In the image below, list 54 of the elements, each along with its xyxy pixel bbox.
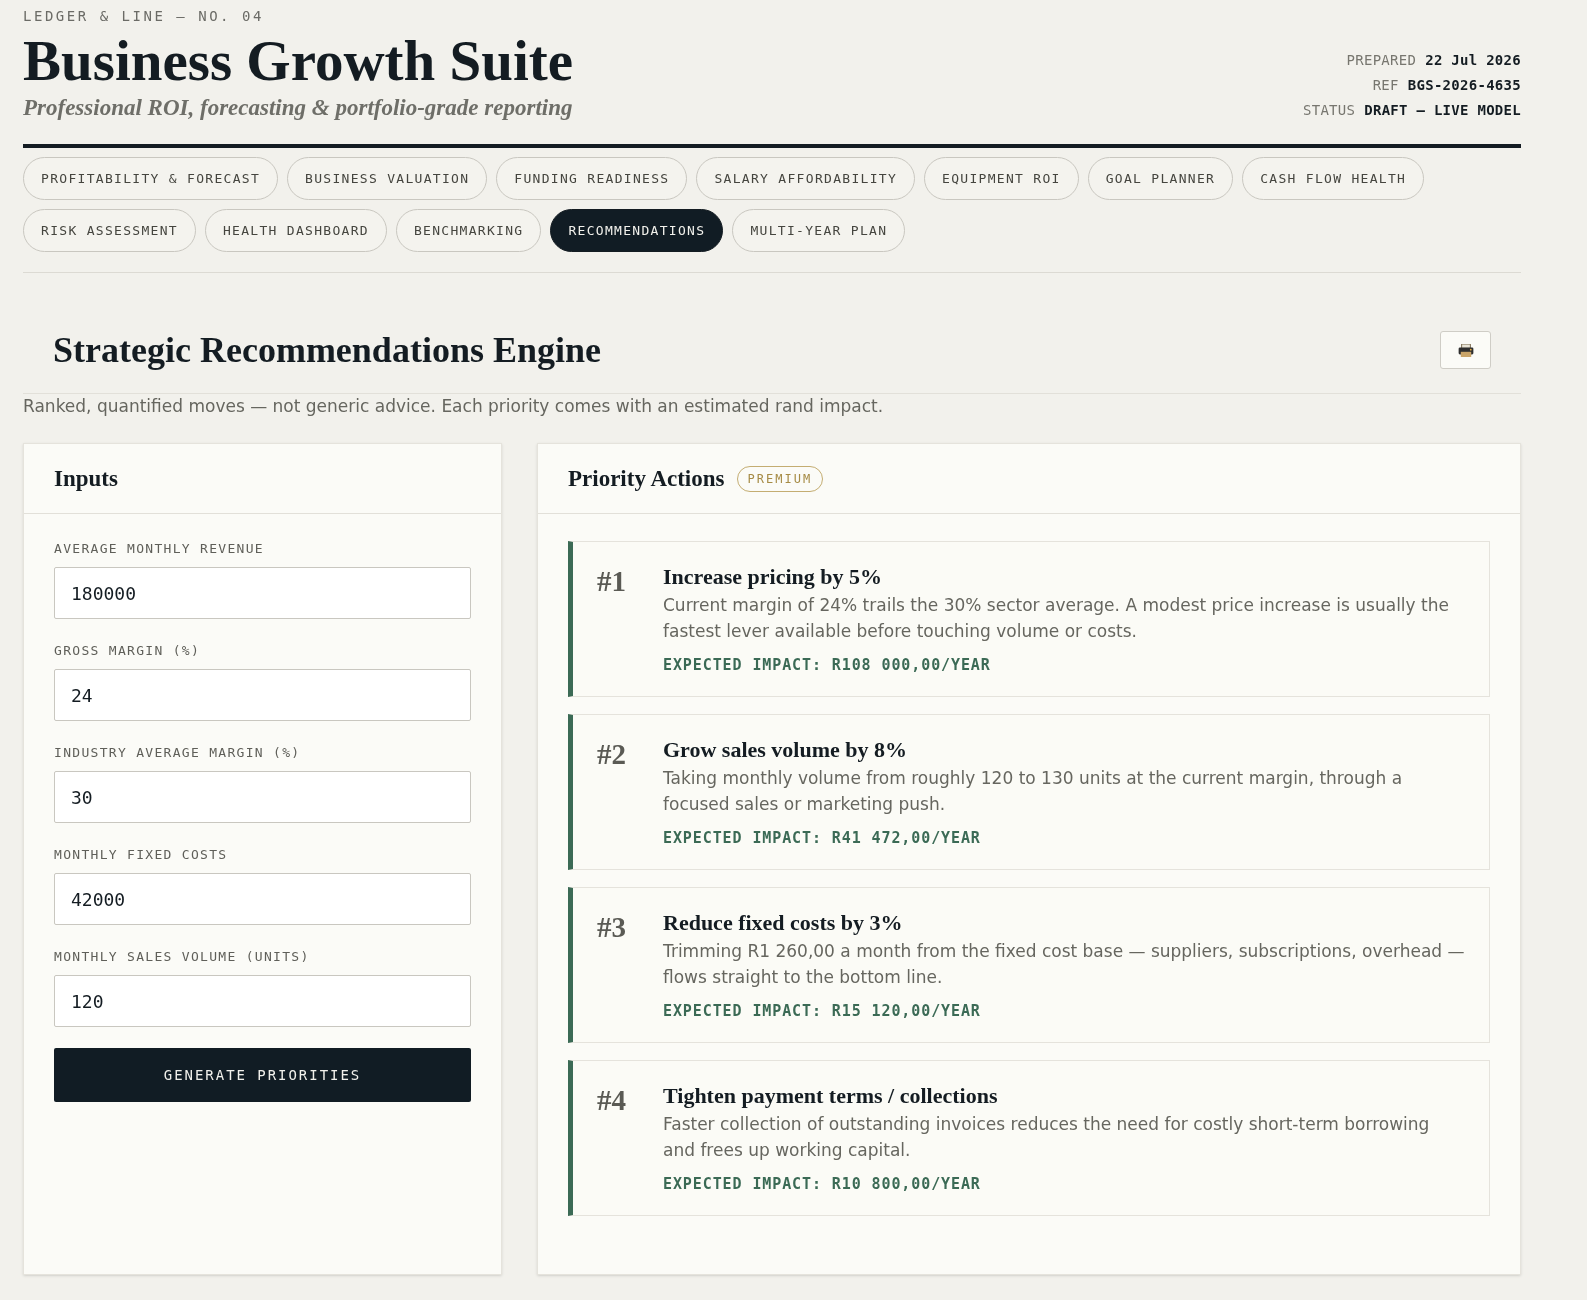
action-title: Tighten payment terms / collections [663, 1082, 998, 1110]
nav-tab[interactable]: BUSINESS VALUATION [287, 157, 488, 200]
action-title: Reduce fixed costs by 3% [663, 909, 903, 937]
nav-tab[interactable]: BENCHMARKING [395, 209, 542, 252]
expected-impact: EXPECTED IMPACT: R10 800,00/YEAR [663, 1174, 981, 1194]
section-description: Ranked, quantified moves — not generic advice. Each priority comes with an estimated rand impact. [23, 396, 884, 416]
action-description: Trimming R1 260,00 a month from the fixed cost base — suppliers, subscriptions, overhead — flows straight to the bottom line. [663, 940, 1465, 989]
rank-number: #3 [597, 910, 626, 945]
action-description: Faster collection of outstanding invoices reduces the need for costly short-term borrowing and frees up working capital. [663, 1113, 1431, 1162]
meta-value: DRAFT — LIVE MODEL [1364, 101, 1521, 120]
field-label: MONTHLY SALES VOLUME (UNITS) [54, 949, 310, 965]
nav-tab[interactable]: PROFITABILITY & FORECAST [23, 157, 279, 200]
nav-tab[interactable]: MULTI-YEAR PLAN [732, 209, 906, 252]
panel-title: Priority Actions [568, 464, 725, 493]
nav-tab[interactable]: CASH FLOW HEALTH [1242, 157, 1425, 200]
nav-tab[interactable]: SALARY AFFORDABILITY [696, 157, 916, 200]
expected-impact: EXPECTED IMPACT: R41 472,00/YEAR [663, 828, 981, 848]
input-field[interactable]: 42000 [54, 873, 471, 925]
app-title: Business Growth Suite [23, 33, 574, 89]
rank-number: #2 [597, 737, 626, 772]
nav-tab[interactable]: FUNDING READINESS [496, 157, 688, 200]
nav-tab[interactable]: RISK ASSESSMENT [23, 209, 196, 252]
field-label: INDUSTRY AVERAGE MARGIN (%) [54, 745, 301, 761]
meta-value: 22 Jul 2026 [1425, 51, 1521, 70]
action-title: Increase pricing by 5% [663, 563, 882, 591]
app-subtitle: Professional ROI, forecasting & portfolio-grade reporting [23, 96, 573, 120]
meta-value: BGS-2026-4635 [1407, 76, 1521, 95]
printer-icon [1457, 343, 1474, 357]
action-description: Taking monthly volume from roughly 120 to 130 units at the current margin, through a focused sales or marketing push. [663, 767, 1404, 816]
rank-number: #4 [597, 1083, 626, 1118]
rank-number: #1 [597, 564, 626, 599]
nav-tab[interactable]: GOAL PLANNER [1087, 157, 1234, 200]
nav-tab[interactable]: EQUIPMENT ROI [924, 157, 1079, 200]
meta-label: REF [1372, 76, 1399, 95]
expected-impact: EXPECTED IMPACT: R108 000,00/YEAR [663, 655, 991, 675]
action-description: Current margin of 24% trails the 30% sector average. A modest price increase is usually the fastest lever available before touching volume or costs. [663, 594, 1450, 643]
field-label: GROSS MARGIN (%) [54, 643, 201, 659]
input-field[interactable]: 180000 [54, 567, 471, 619]
nav-tab[interactable]: HEALTH DASHBOARD [204, 209, 387, 252]
meta-label: STATUS [1302, 101, 1356, 120]
action-title: Grow sales volume by 8% [663, 736, 908, 764]
input-field[interactable]: 30 [54, 771, 471, 823]
meta-label: PREPARED [1346, 51, 1417, 70]
section-title: Strategic Recommendations Engine [53, 331, 601, 369]
input-field[interactable]: 24 [54, 669, 471, 721]
field-label: MONTHLY FIXED COSTS [54, 847, 228, 863]
input-field[interactable]: 120 [54, 975, 471, 1027]
print-button[interactable] [1440, 331, 1491, 369]
nav-tab[interactable]: RECOMMENDATIONS [550, 209, 724, 252]
brand-kicker: LEDGER & LINE — NO. 04 [23, 7, 264, 24]
generate-button[interactable]: GENERATE PRIORITIES [54, 1048, 471, 1102]
expected-impact: EXPECTED IMPACT: R15 120,00/YEAR [663, 1001, 981, 1021]
panel-title: Inputs [54, 464, 118, 493]
field-label: AVERAGE MONTHLY REVENUE [54, 541, 264, 557]
